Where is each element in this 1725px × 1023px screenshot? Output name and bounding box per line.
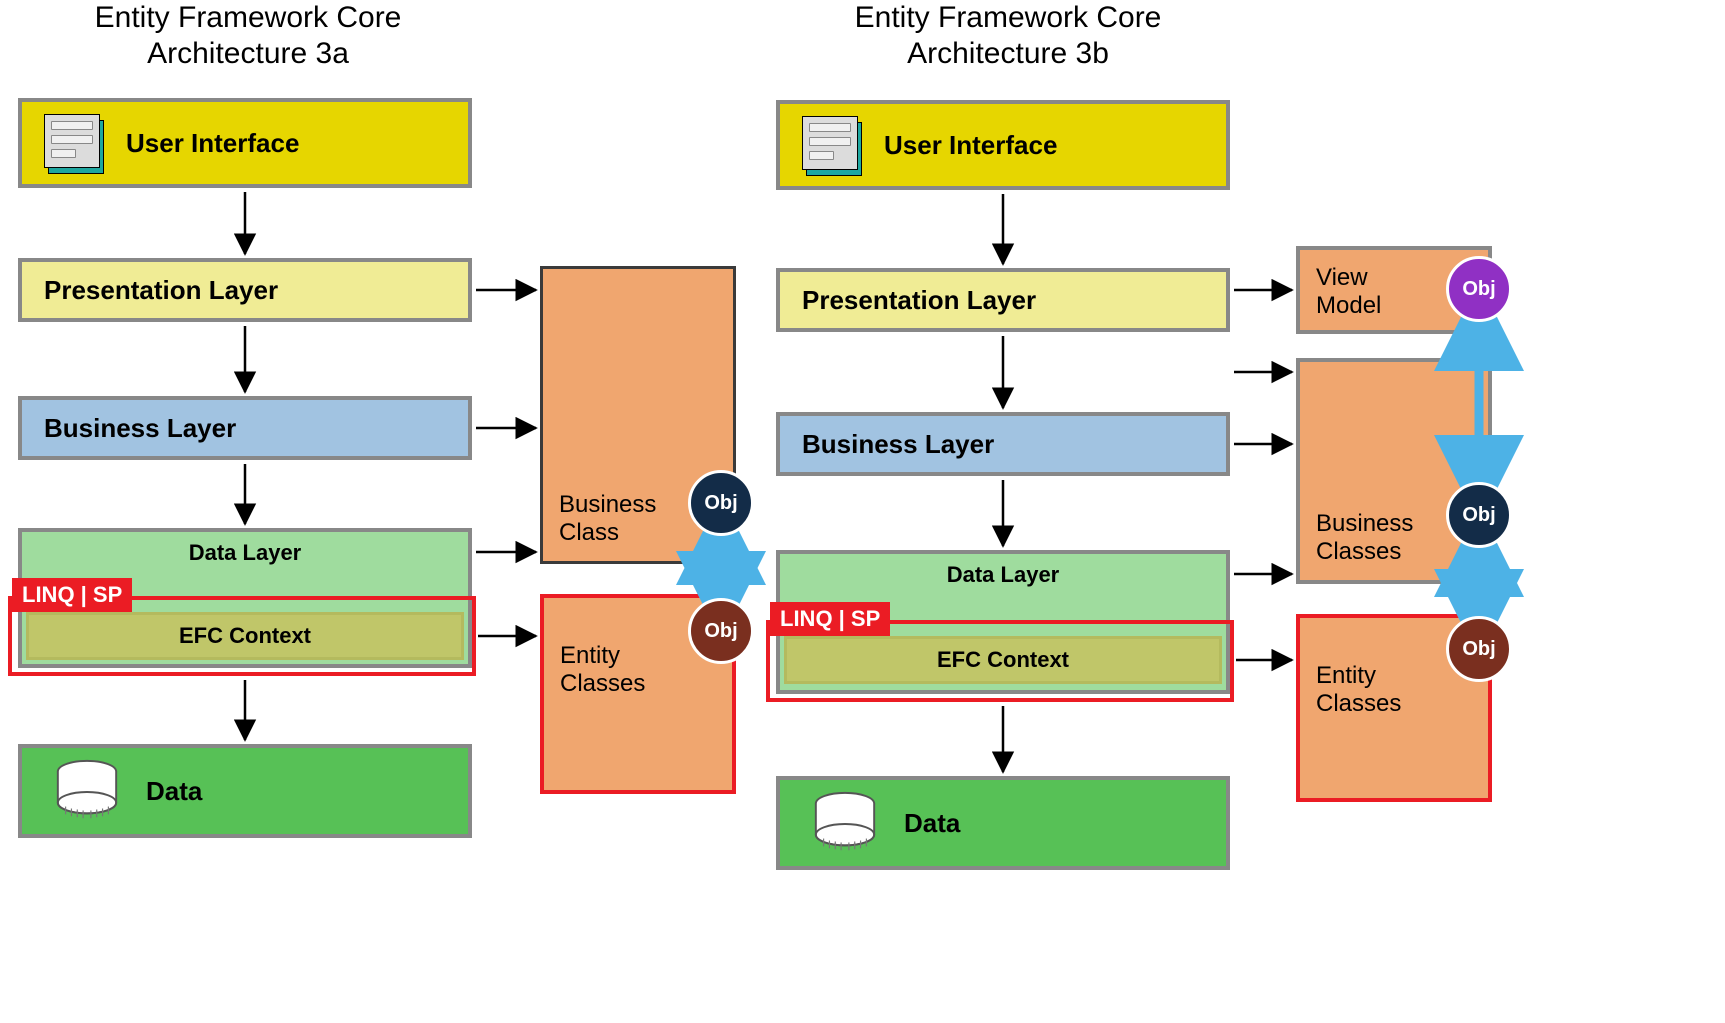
db-label: Data xyxy=(904,808,960,839)
ui-label: User Interface xyxy=(884,130,1057,161)
obj-entity-a: Obj xyxy=(688,598,754,664)
obj-business-a: Obj xyxy=(688,470,754,536)
linq-sp-tab-a: LINQ | SP xyxy=(12,578,132,612)
obj-business-b: Obj xyxy=(1446,482,1512,548)
db-layer-b: Data xyxy=(776,776,1230,870)
title-b: Entity Framework Core Architecture 3b xyxy=(838,0,1178,72)
obj-entity-b: Obj xyxy=(1446,616,1512,682)
db-label: Data xyxy=(146,776,202,807)
database-icon xyxy=(810,791,880,855)
efc-context-a: EFC Context xyxy=(26,612,464,660)
data-layer-label: Data Layer xyxy=(189,540,302,566)
linq-sp-tab-b: LINQ | SP xyxy=(770,602,890,636)
business-label: Business Layer xyxy=(44,413,236,444)
presentation-label: Presentation Layer xyxy=(44,275,278,306)
title-a: Entity Framework Core Architecture 3a xyxy=(78,0,418,72)
business-classes-box-b: Business Classes xyxy=(1296,358,1492,584)
window-icon xyxy=(44,114,104,172)
presentation-layer-b: Presentation Layer xyxy=(776,268,1230,332)
business-layer-a: Business Layer xyxy=(18,396,472,460)
obj-viewmodel-b: Obj xyxy=(1446,256,1512,322)
ui-layer-a: User Interface xyxy=(18,98,472,188)
business-label: Business Layer xyxy=(802,429,994,460)
presentation-layer-a: Presentation Layer xyxy=(18,258,472,322)
ui-layer-b: User Interface xyxy=(776,100,1230,190)
window-icon xyxy=(802,116,862,174)
data-layer-label: Data Layer xyxy=(947,562,1060,588)
business-layer-b: Business Layer xyxy=(776,412,1230,476)
context-label: EFC Context xyxy=(937,647,1069,673)
context-label: EFC Context xyxy=(179,623,311,649)
presentation-label: Presentation Layer xyxy=(802,285,1036,316)
db-layer-a: Data xyxy=(18,744,472,838)
efc-context-b: EFC Context xyxy=(784,636,1222,684)
database-icon xyxy=(52,759,122,823)
ui-label: User Interface xyxy=(126,128,299,159)
